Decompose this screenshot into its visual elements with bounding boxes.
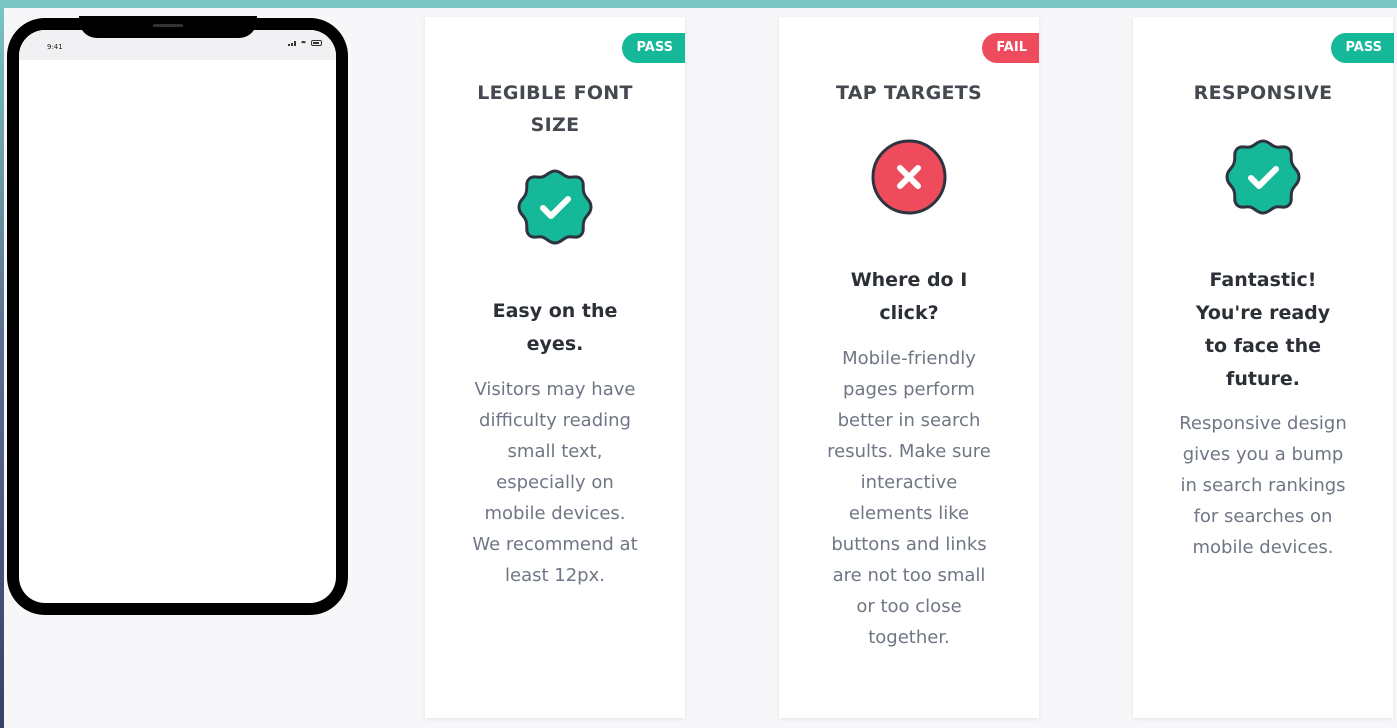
card-heading: Easy on the eyes.	[492, 300, 618, 355]
card-title: RESPONSIVE	[1193, 82, 1333, 104]
card-tap-targets: FAIL TAP TARGETS Where do I click? Mobil…	[779, 17, 1039, 718]
top-accent-strip	[0, 0, 1397, 8]
card-title: LEGIBLE FONT SIZE	[477, 82, 633, 136]
phone-preview: 9:41	[7, 16, 348, 615]
phone-time: 9:41	[47, 43, 63, 51]
signal-icon	[288, 41, 296, 46]
left-accent-strip	[0, 8, 4, 728]
check-badge-icon	[1225, 139, 1301, 215]
card-description: Responsive design gives you a bump in se…	[1179, 413, 1347, 558]
phone-status-icons	[288, 40, 322, 46]
x-circle-icon	[871, 139, 947, 215]
card-responsive: PASS RESPONSIVE Fantastic! You're ready …	[1133, 17, 1394, 718]
battery-icon	[311, 40, 322, 46]
status-badge: PASS	[1331, 33, 1394, 63]
wifi-icon	[300, 41, 307, 46]
status-badge: FAIL	[982, 33, 1039, 63]
card-heading: Fantastic! You're ready to face the futu…	[1195, 269, 1331, 390]
phone-screen: 9:41	[19, 30, 336, 603]
phone-speaker	[153, 24, 183, 27]
phone-notch	[79, 16, 257, 38]
card-description: Visitors may have difficulty reading sma…	[472, 379, 638, 586]
card-heading: Where do I click?	[850, 269, 968, 324]
card-description: Mobile-friendly pages perform better in …	[827, 348, 991, 648]
check-badge-icon	[517, 169, 593, 245]
card-legible-font-size: PASS LEGIBLE FONT SIZE Easy on the eyes.…	[425, 17, 685, 718]
card-title: TAP TARGETS	[835, 82, 983, 104]
status-badge: PASS	[622, 33, 685, 63]
